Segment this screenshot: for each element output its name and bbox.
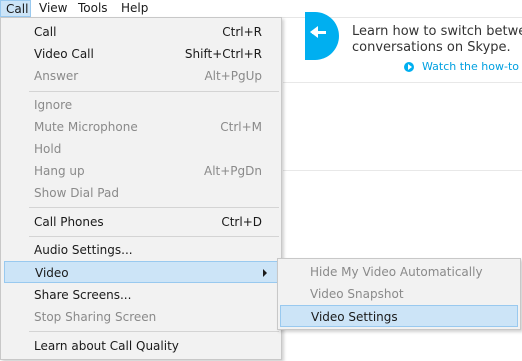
menu-item-shortcut: Ctrl+D	[221, 215, 262, 229]
menu-item-learn-call-quality[interactable]: Learn about Call Quality	[4, 335, 278, 357]
menu-view[interactable]: View	[34, 0, 72, 17]
menu-item-label: Share Screens...	[34, 288, 132, 302]
menu-item-hang-up: Hang up Alt+PgDn	[4, 160, 278, 182]
menu-separator	[29, 207, 279, 208]
divider	[283, 82, 522, 83]
menu-item-hold: Hold	[4, 138, 278, 160]
menu-item-mute-microphone: Mute Microphone Ctrl+M	[4, 116, 278, 138]
menu-bar: Call View Tools Help	[0, 0, 522, 18]
arrow-left-icon-shaft	[312, 31, 326, 34]
submenu-item-video-snapshot: Video Snapshot	[280, 283, 518, 305]
menu-separator	[29, 236, 279, 237]
submenu-arrow-icon	[263, 269, 267, 277]
menu-item-label: Ignore	[34, 98, 73, 112]
promo-text-line2: conversations on Skype.	[352, 40, 511, 55]
call-menu: Call Ctrl+R Video Call Shift+Ctrl+R Answ…	[0, 17, 282, 360]
menu-item-call-phones[interactable]: Call Phones Ctrl+D	[4, 211, 278, 233]
menu-item-share-screens[interactable]: Share Screens...	[4, 284, 278, 306]
menu-item-shortcut: Alt+PgUp	[204, 69, 262, 83]
menu-item-label: Video	[35, 266, 69, 280]
menu-item-label: Show Dial Pad	[34, 186, 119, 200]
video-submenu: Hide My Video Automatically Video Snapsh…	[277, 258, 521, 330]
menu-item-shortcut: Ctrl+M	[220, 120, 262, 134]
menu-item-label: Learn about Call Quality	[34, 339, 179, 353]
menu-item-label: Answer	[34, 69, 79, 83]
promo-text-line1: Learn how to switch between	[352, 24, 522, 39]
menu-item-label: Call Phones	[34, 215, 104, 229]
menu-item-label: Hang up	[34, 164, 85, 178]
menu-item-label: Audio Settings...	[34, 243, 133, 257]
submenu-item-video-settings[interactable]: Video Settings	[280, 305, 518, 327]
menu-item-shortcut: Shift+Ctrl+R	[184, 47, 262, 61]
menu-item-video[interactable]: Video	[4, 261, 278, 283]
divider	[283, 170, 522, 171]
menu-separator	[29, 91, 279, 92]
menu-item-ignore: Ignore	[4, 94, 278, 116]
menu-item-label: Mute Microphone	[34, 120, 138, 134]
menu-item-label: Hold	[34, 142, 62, 156]
menu-help[interactable]: Help	[116, 0, 153, 17]
submenu-item-label: Video Settings	[311, 310, 398, 324]
menu-item-stop-sharing-screen: Stop Sharing Screen	[4, 306, 278, 328]
menu-tools[interactable]: Tools	[73, 0, 113, 17]
menu-item-video-call[interactable]: Video Call Shift+Ctrl+R	[4, 43, 278, 65]
menu-call[interactable]: Call	[0, 0, 31, 17]
menu-item-label: Video Call	[34, 47, 94, 61]
menu-item-shortcut: Ctrl+R	[222, 25, 262, 39]
menu-item-shortcut: Alt+PgDn	[203, 164, 262, 178]
submenu-item-label: Video Snapshot	[310, 287, 404, 301]
menu-item-answer: Answer Alt+PgUp	[4, 65, 278, 87]
menu-item-label: Stop Sharing Screen	[34, 310, 157, 324]
watch-video-link[interactable]: Watch the how-to vid	[422, 60, 522, 74]
menu-item-audio-settings[interactable]: Audio Settings...	[4, 239, 278, 261]
submenu-item-hide-my-video: Hide My Video Automatically	[280, 261, 518, 283]
play-icon	[404, 62, 414, 72]
menu-item-show-dial-pad: Show Dial Pad	[4, 182, 278, 204]
menu-item-label: Call	[34, 25, 57, 39]
submenu-item-label: Hide My Video Automatically	[310, 265, 483, 279]
menu-separator	[29, 331, 279, 332]
menu-item-call[interactable]: Call Ctrl+R	[4, 21, 278, 43]
